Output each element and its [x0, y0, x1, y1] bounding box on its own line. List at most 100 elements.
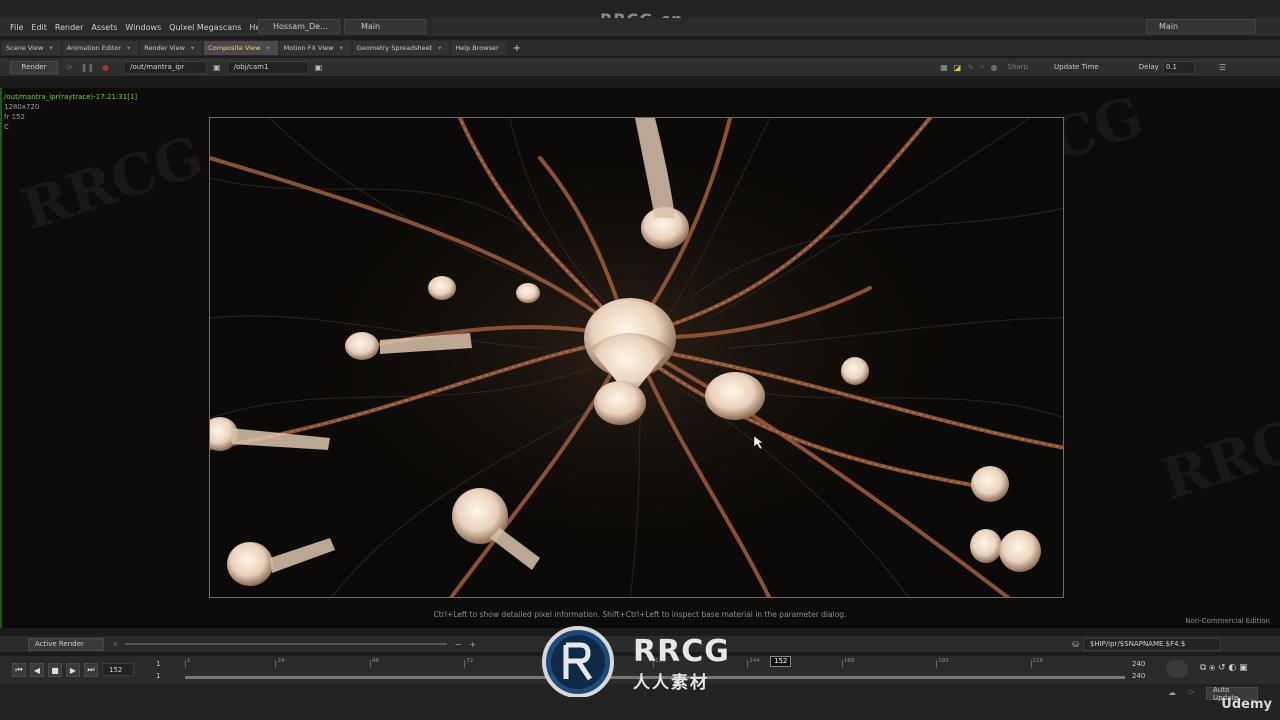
step-back-icon[interactable]: ◀ — [30, 663, 44, 677]
sharp-label[interactable]: Sharp — [1008, 63, 1029, 71]
delay-label: Delay — [1138, 63, 1159, 71]
right-desktop-selector[interactable]: Main — [1146, 19, 1256, 34]
tab-help-browser[interactable]: Help Browser — [451, 41, 507, 55]
tab-menu-icon[interactable]: ▾ — [191, 44, 194, 52]
timeline-tick — [1030, 660, 1032, 668]
tab-menu-icon[interactable]: ▾ — [127, 44, 130, 52]
timeline-tick-label: 48 — [371, 658, 379, 664]
end-frame[interactable]: 240 — [1132, 660, 1145, 668]
key-icon[interactable] — [1166, 660, 1188, 678]
tab-label: Animation Editor — [66, 44, 122, 52]
menu-render[interactable]: Render — [55, 23, 83, 32]
tab-animation-editor[interactable]: Animation Editor ▾ — [62, 41, 139, 55]
stop-icon[interactable]: ● — [102, 63, 109, 72]
current-frame-field[interactable]: 152 — [102, 663, 134, 676]
timeline-tick — [936, 660, 938, 668]
right-desktop-label: Main — [1159, 22, 1179, 31]
tab-motion-fx-view[interactable]: Motion FX View ▾ — [279, 41, 351, 55]
zoom-icon[interactable]: ⌕ — [980, 62, 984, 72]
tab-menu-icon[interactable]: ▾ — [438, 44, 441, 52]
menu-edit[interactable]: Edit — [31, 23, 47, 32]
timeline-tick-label: 168 — [843, 658, 855, 664]
render-info: /out/mantra_ipr(raytrace)-17:21:31[1] 12… — [4, 92, 137, 132]
tab-label: Scene View — [6, 44, 44, 52]
start-frame[interactable]: 1 — [156, 660, 160, 668]
delay-value: 0.1 — [1165, 63, 1177, 71]
pin-icon[interactable]: ✎ — [967, 63, 974, 72]
menu-quixel[interactable]: Quixel Megascans — [169, 23, 241, 32]
tab-composite-view[interactable]: Composite View ▾ — [204, 41, 278, 55]
desktop-label: Hossam_De... — [273, 22, 328, 31]
timeline-tick — [464, 660, 466, 668]
tab-scene-view[interactable]: Scene View ▾ — [2, 41, 61, 55]
menu-assets[interactable]: Assets — [91, 23, 117, 32]
logo-subtext: 人人素材 — [633, 673, 709, 693]
tab-label: Motion FX View — [283, 44, 334, 52]
pause-icon[interactable]: ❚❚ — [81, 63, 94, 72]
refresh-icon[interactable]: ⟳ — [66, 63, 73, 72]
network-selector[interactable]: Main — [344, 19, 426, 34]
zoom-in-icon[interactable]: + — [469, 640, 476, 649]
channel-readout: C — [4, 123, 9, 131]
sync-icon[interactable]: ⟳ — [1188, 688, 1195, 697]
playback-options-icon[interactable]: ⧉ ⦿ ↺ ◐ ▣ — [1200, 663, 1248, 673]
timeline-tick-label: 216 — [1032, 658, 1044, 664]
tab-geometry-spreadsheet[interactable]: Geometry Spreadsheet ▾ — [352, 41, 450, 55]
timeline-tick — [185, 660, 186, 668]
update-time-label[interactable]: Update Time — [1054, 63, 1099, 71]
end-frame-2[interactable]: 240 — [1132, 672, 1145, 680]
menu-windows[interactable]: Windows — [125, 23, 161, 32]
tab-label: Geometry Spreadsheet — [356, 44, 433, 52]
frame-readout: fr 152 — [4, 113, 25, 121]
menu-bar: File Edit Render Assets Windows Quixel M… — [0, 18, 1280, 36]
probe-icon[interactable]: ● — [991, 63, 998, 72]
timeline-tick-label: 1 — [187, 658, 191, 664]
add-tab-icon[interactable]: + — [513, 43, 521, 54]
snapshot-icon[interactable]: ▦ — [940, 63, 948, 72]
jump-end-icon[interactable]: ⏭ — [84, 663, 98, 677]
tab-label: Composite View — [208, 44, 261, 52]
timeline-tick-label: 144 — [749, 658, 760, 664]
tab-menu-icon[interactable]: ▾ — [266, 44, 269, 52]
active-render-dropdown[interactable]: Active Render — [28, 637, 104, 651]
tab-render-view[interactable]: Render View ▾ — [140, 41, 203, 55]
active-render-label: Active Render — [35, 640, 84, 648]
zoom-out-icon[interactable]: − — [455, 640, 462, 649]
jump-start-icon[interactable]: ⏮ — [12, 663, 26, 677]
snapshot-slider[interactable] — [124, 643, 447, 645]
neuron-render — [210, 118, 1063, 597]
cloud-icon[interactable]: ☁ — [1168, 688, 1176, 697]
camera-select-icon[interactable]: ▣ — [315, 63, 323, 72]
timeline-tick — [275, 660, 277, 668]
color-correct-icon[interactable]: ◪ — [954, 63, 962, 72]
tab-menu-icon[interactable]: ▾ — [339, 44, 342, 52]
close-icon[interactable]: ✕ — [112, 640, 119, 649]
snap-path-field[interactable]: $HIP/ipr/$SNAPNAME.$F4.$ — [1082, 637, 1221, 651]
rop-select-icon[interactable]: ▣ — [213, 63, 221, 72]
timeline-tick — [747, 660, 749, 668]
delay-field[interactable]: 0.1 — [1162, 60, 1195, 74]
tab-label: Render View — [144, 44, 185, 52]
render-label: Render — [21, 63, 47, 71]
rop-path-field[interactable]: /out/mantra_ipr — [123, 60, 208, 74]
resolution-readout: 1280x720 — [4, 103, 40, 111]
udemy-brand: Udemy — [1221, 697, 1272, 712]
timeline-tick — [841, 660, 843, 668]
tab-menu-icon[interactable]: ▾ — [49, 44, 52, 52]
camera-path-value: /obj/cam1 — [233, 63, 269, 71]
menu-file[interactable]: File — [10, 23, 23, 32]
save-icon[interactable]: ⛁ — [1072, 640, 1079, 649]
logo-text: RRCG — [633, 634, 730, 669]
desktop-selector[interactable]: Hossam_De... — [258, 19, 340, 34]
render-toolbar: Render ⟳ ❚❚ ● /out/mantra_ipr ▣ /obj/cam… — [0, 58, 1280, 76]
edition-label: Non-Commercial Edition — [1185, 617, 1270, 625]
play-icon[interactable]: ▶ — [66, 663, 80, 677]
start-frame-2[interactable]: 1 — [156, 672, 160, 680]
pane-tab-bar: Scene View ▾ Animation Editor ▾ Render Vie… — [0, 40, 1280, 56]
viewport-hint: Ctrl+Left to show detailed pixel informa… — [433, 610, 847, 619]
timeline-playhead[interactable]: 152 — [770, 656, 792, 667]
options-icon[interactable]: ☰ — [1219, 63, 1226, 72]
stop-button[interactable]: ■ — [48, 663, 62, 677]
render-button[interactable]: Render — [10, 60, 58, 74]
camera-path-field[interactable]: /obj/cam1 — [226, 60, 309, 74]
